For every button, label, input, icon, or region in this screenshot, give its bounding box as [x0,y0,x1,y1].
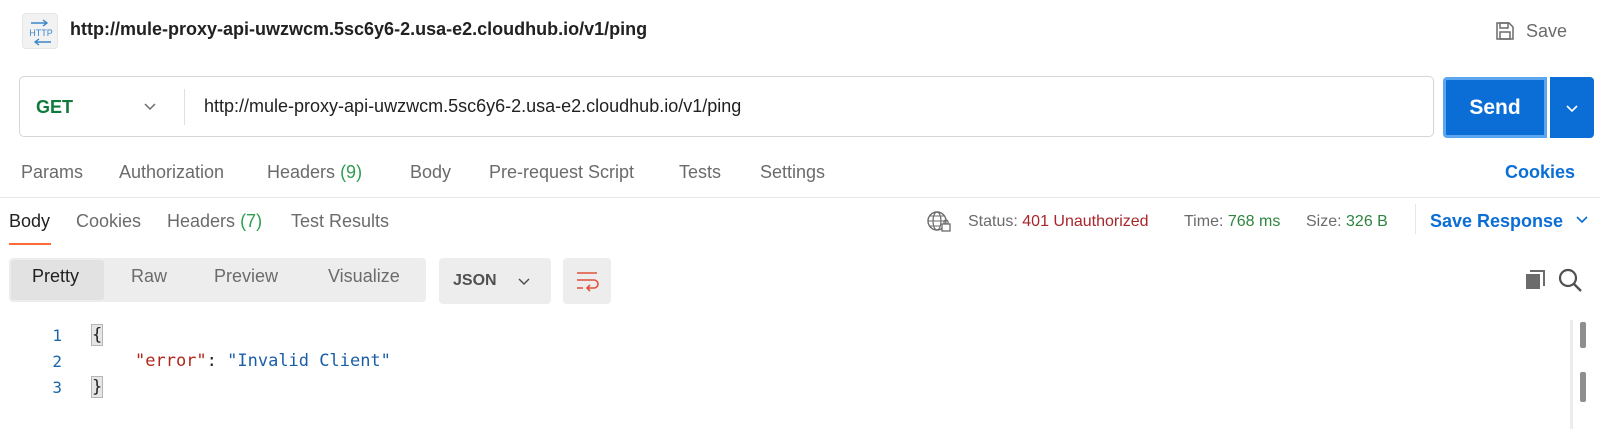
request-title: http://mule-proxy-api-uwzwcm.5sc6y6-2.us… [70,19,648,39]
view-raw-button[interactable]: Raw [131,266,167,287]
send-options-button[interactable] [1550,77,1594,138]
chevron-down-icon [1576,216,1588,224]
line-number: 2 [52,352,62,371]
view-pretty-button[interactable]: Pretty [32,266,79,287]
json-key: "error" [135,351,207,371]
tab-label: Headers [167,211,236,231]
method-select[interactable]: GET [36,97,73,118]
time-value: 768 ms [1227,213,1281,230]
tab-label: Headers [267,162,336,182]
tab-count: (7) [240,211,263,231]
open-brace: { [90,324,104,346]
save-response-button[interactable]: Save Response [1430,211,1590,232]
save-response-label: Save Response [1430,211,1564,231]
tab-tests[interactable]: Tests [679,162,721,183]
tab-pre-request-script[interactable]: Pre-request Script [489,162,634,183]
status-value: 401 Unauthorized [1022,213,1149,230]
view-visualize-button[interactable]: Visualize [328,266,400,287]
save-button[interactable]: Save [1494,16,1567,46]
code-line[interactable]: } [90,376,104,398]
status-indicator[interactable]: Status: 401 Unauthorized [968,213,1149,231]
size-value: 326 B [1346,213,1388,230]
size-label: Size: [1306,213,1342,230]
line-number: 3 [52,378,62,397]
response-tab-body[interactable]: Body [9,211,50,232]
save-icon [1496,22,1514,40]
time-label: Time: [1184,213,1224,230]
tab-headers[interactable]: Headers (9) [267,162,362,183]
cookies-link[interactable]: Cookies [1505,162,1575,183]
http-icon: HTTP [22,13,58,49]
response-tab-headers[interactable]: Headers (7) [167,211,262,232]
response-tab-test-results[interactable]: Test Results [291,211,389,232]
tab-count: (9) [340,162,363,182]
tab-body[interactable]: Body [410,162,451,183]
divider [184,89,185,125]
url-input[interactable]: http://mule-proxy-api-uwzwcm.5sc6y6-2.us… [204,96,741,117]
json-value: "Invalid Client" [227,351,391,371]
tab-settings[interactable]: Settings [760,162,825,183]
tab-authorization[interactable]: Authorization [119,162,224,183]
active-tab-indicator [9,243,51,245]
scrollbar-thumb[interactable] [1580,372,1586,402]
chevron-down-icon [518,278,530,286]
wrap-icon [577,272,599,292]
view-preview-button[interactable]: Preview [214,266,278,287]
size-indicator[interactable]: Size: 326 B [1306,213,1388,231]
time-indicator[interactable]: Time: 768 ms [1184,213,1280,231]
tab-params[interactable]: Params [21,162,83,183]
scrollbar-thumb[interactable] [1580,322,1586,348]
divider [1415,204,1416,234]
send-button[interactable]: Send [1443,77,1547,138]
line-number: 1 [52,326,62,345]
code-line[interactable]: { [90,324,104,346]
search-icon[interactable] [1558,268,1584,294]
chevron-down-icon [1566,104,1578,112]
divider [0,197,1600,198]
status-label: Status: [968,213,1018,230]
chevron-down-icon[interactable] [142,98,158,114]
wrap-lines-button[interactable] [563,258,611,304]
save-label: Save [1526,20,1568,41]
close-brace: } [90,376,104,398]
scrollbar[interactable] [1570,320,1573,429]
json-colon: : [206,351,228,371]
format-label: JSON [453,272,497,289]
svg-text:HTTP: HTTP [29,28,53,38]
response-tab-cookies[interactable]: Cookies [76,211,141,232]
network-globe-icon[interactable] [926,210,952,234]
copy-icon[interactable] [1524,268,1548,292]
code-line[interactable]: "error": "Invalid Client" [135,351,391,371]
